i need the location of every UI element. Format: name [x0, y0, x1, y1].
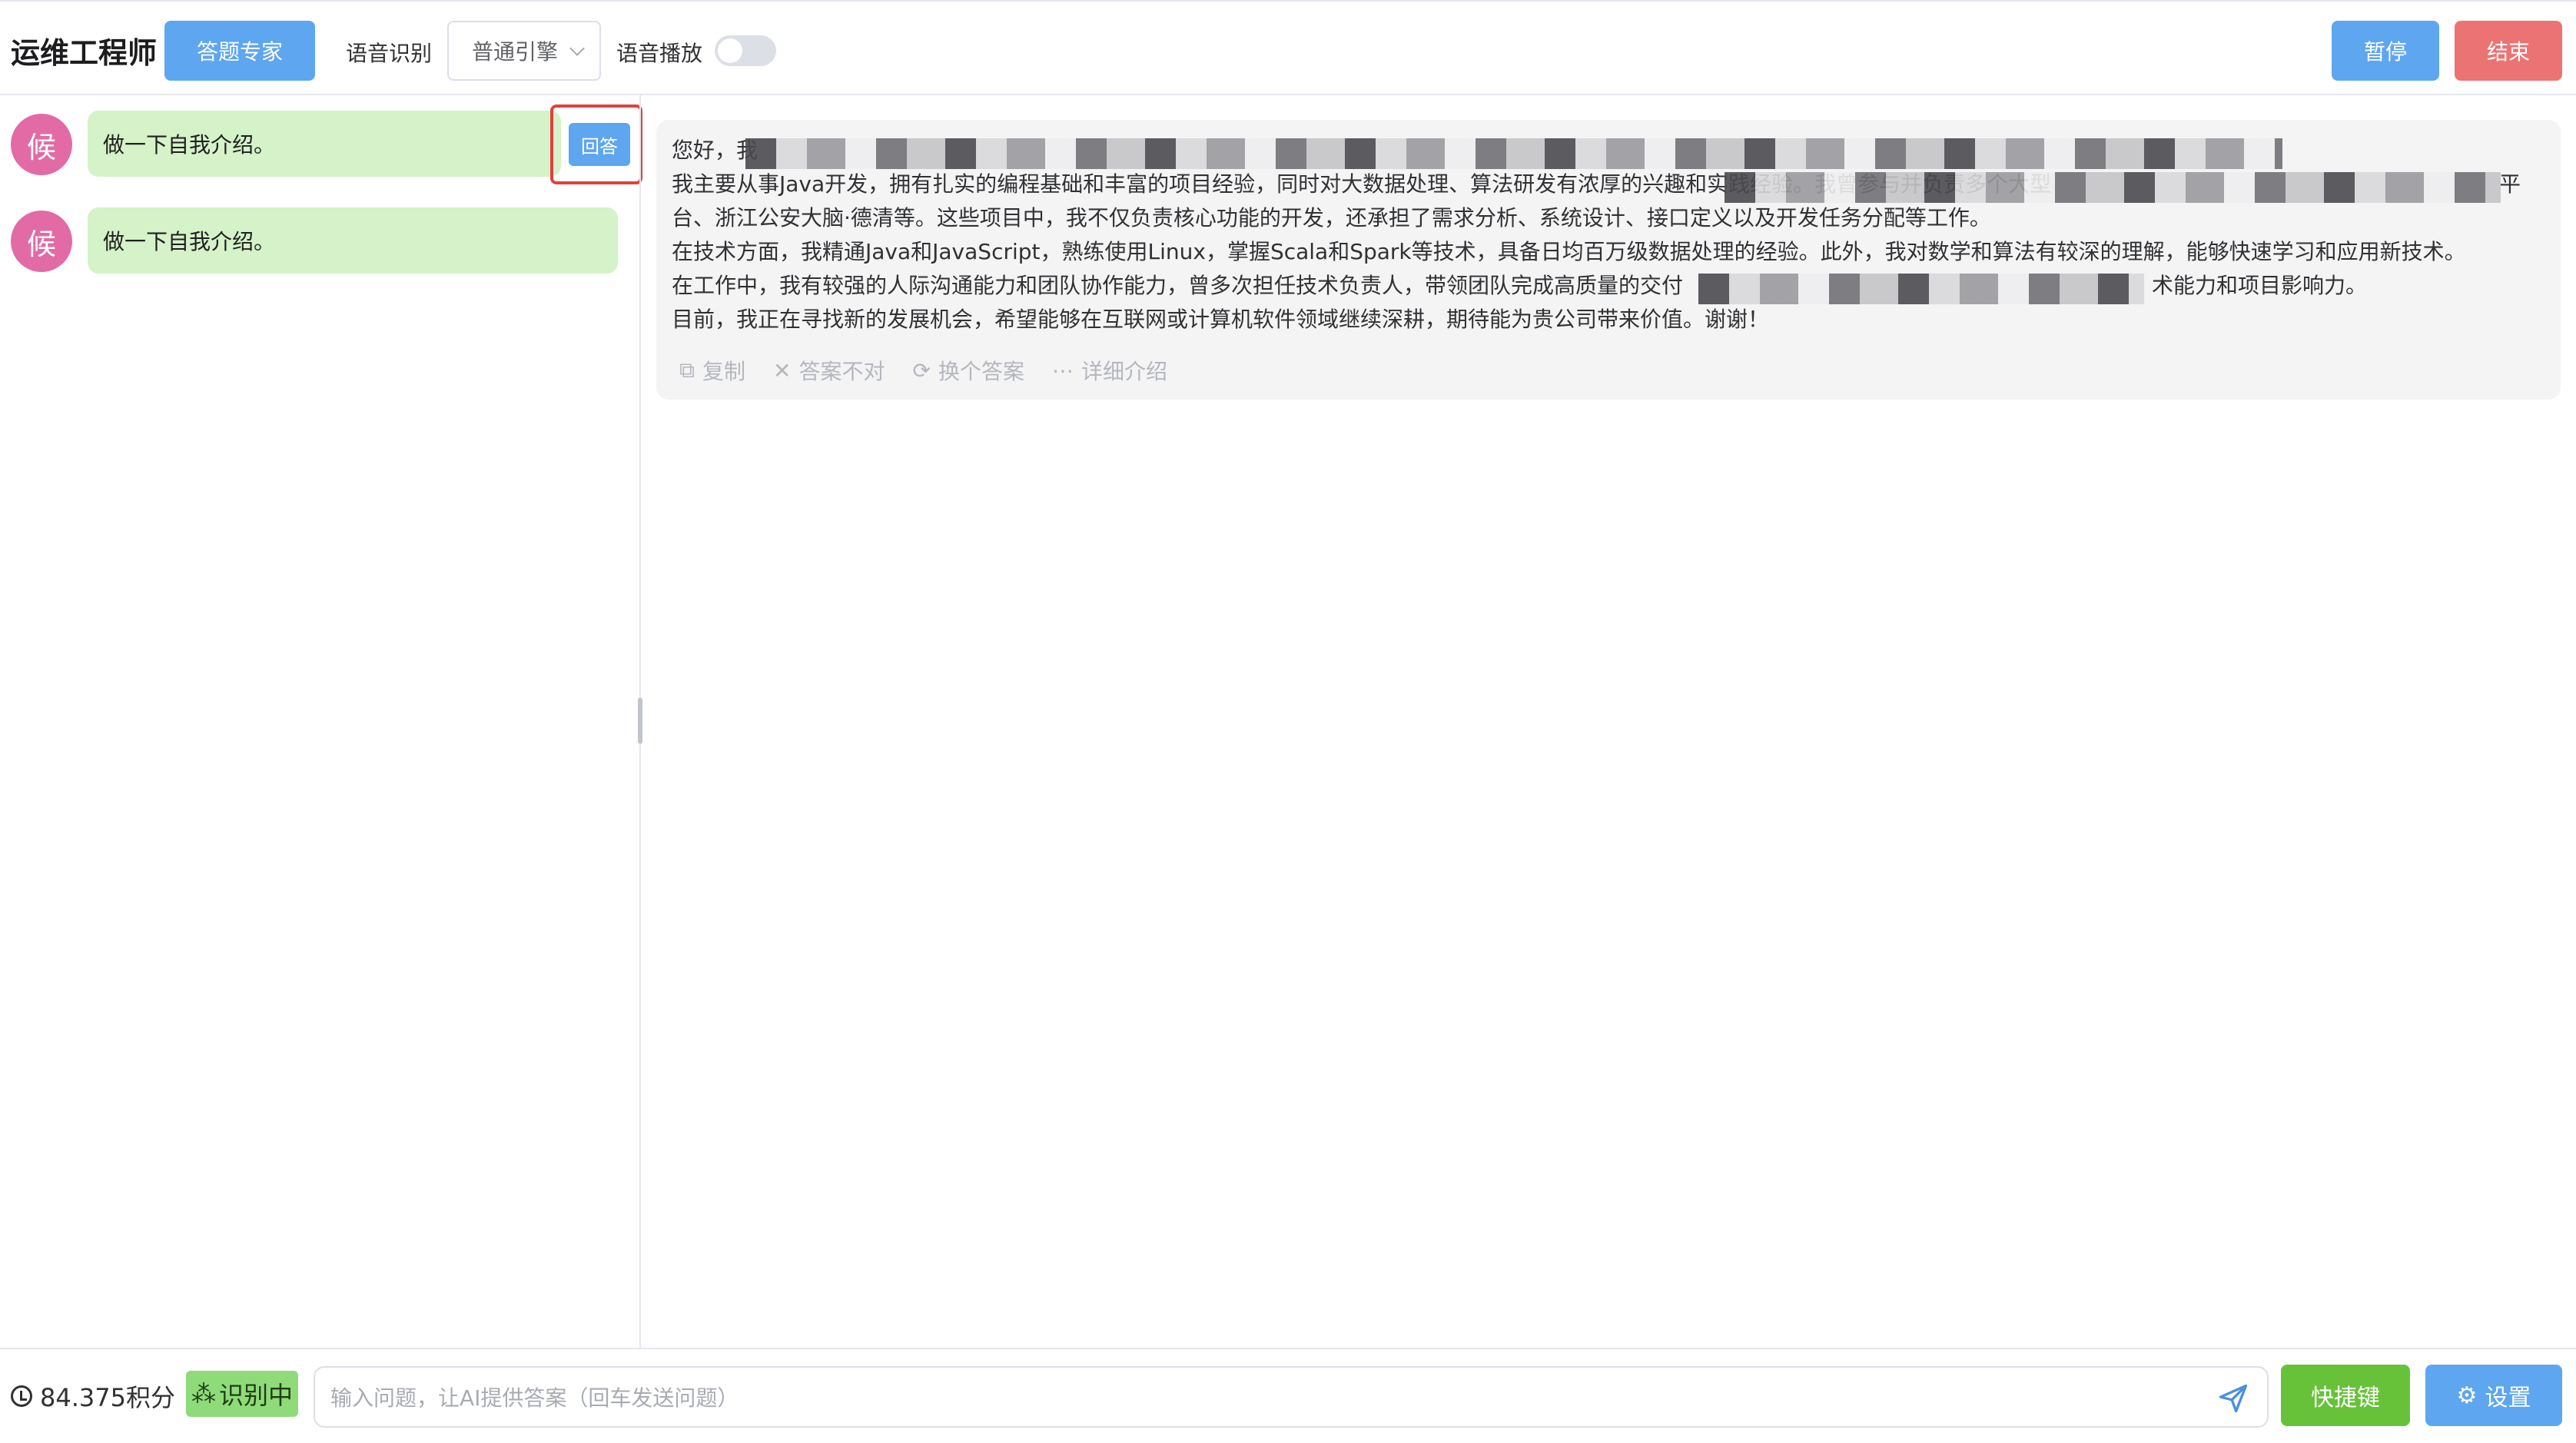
detail-label: 详细介绍: [1081, 359, 1167, 384]
list-item[interactable]: 候 做一下自我介绍。: [11, 109, 618, 178]
question-list: 候 做一下自我介绍。 候 做一下自我介绍。: [0, 95, 639, 1348]
bottom-bar: 84.375积分 ⁂ 识别中: [0, 1348, 2576, 1443]
detail-button[interactable]: ⋯ 详细介绍: [1052, 355, 1167, 386]
top-toolbar: 运维工程师 答题专家 语音识别 普通引擎 语音播放 暂停 结束: [0, 0, 2576, 95]
gear-icon: ⚙: [2456, 1382, 2478, 1409]
regenerate-button[interactable]: ⟳ 换个答案: [913, 355, 1024, 386]
chevron-down-icon: [569, 41, 585, 56]
answer-button[interactable]: 回答: [569, 123, 630, 166]
question-bubble: 做一下自我介绍。: [88, 207, 618, 274]
close-icon: ✕: [773, 357, 792, 383]
question-input-box: [314, 1366, 2269, 1428]
speech-recognition-label: 语音识别: [346, 41, 433, 66]
answer-line: 在技术方面，我精通Java和JavaScript，熟练使用Linux，掌握Sca…: [672, 239, 2466, 264]
avatar: 候: [11, 114, 72, 175]
answer-line: 目前，我正在寻找新的发展机会，希望能够在互联网或计算机软件领域继续深耕，期待能为…: [672, 307, 1770, 332]
copy-icon: ⧉: [679, 357, 695, 383]
loading-icon: ⁂: [191, 1379, 216, 1408]
clock-icon: [11, 1385, 32, 1407]
question-bubble: 做一下自我介绍。: [88, 111, 561, 177]
answer-actions: ⧉ 复制 ✕ 答案不对 ⟳ 换个答案 ⋯ 详细介绍: [679, 355, 1167, 386]
engine-select[interactable]: 普通引擎: [447, 21, 601, 81]
toggle-knob: [718, 38, 742, 63]
engine-select-value: 普通引擎: [472, 39, 559, 65]
send-icon[interactable]: [2216, 1382, 2250, 1415]
credits-display: 84.375积分: [11, 1378, 175, 1414]
wrong-answer-button[interactable]: ✕ 答案不对: [773, 355, 885, 386]
redacted-mosaic: [745, 138, 2282, 169]
question-input[interactable]: [330, 1378, 2190, 1417]
answer-line-tail: 平: [2499, 171, 2521, 197]
copy-button[interactable]: ⧉ 复制: [679, 355, 745, 386]
shortcut-button[interactable]: 快捷键: [2281, 1365, 2410, 1426]
wrong-answer-label: 答案不对: [798, 359, 885, 384]
credits-value: 84.375积分: [40, 1383, 175, 1412]
more-icon: ⋯: [1051, 357, 1074, 383]
speech-playback-toggle[interactable]: [715, 35, 776, 66]
page-title: 运维工程师: [11, 36, 158, 70]
recognizing-label: 识别中: [218, 1381, 293, 1410]
redacted-mosaic: [1725, 172, 2501, 203]
regenerate-label: 换个答案: [938, 359, 1024, 384]
speech-playback-label: 语音播放: [616, 41, 703, 66]
redacted-mosaic: [1698, 274, 2144, 304]
settings-label: 设置: [2485, 1385, 2531, 1411]
list-item[interactable]: 候 做一下自我介绍。: [11, 206, 618, 275]
pause-button[interactable]: 暂停: [2332, 21, 2439, 81]
copy-label: 复制: [702, 359, 746, 384]
resize-handle[interactable]: [638, 698, 642, 744]
answer-card: 您好，我 我主要从事Java开发，拥有扎实的编程基础和丰富的项目经验，同时对大数…: [656, 120, 2561, 400]
answer-expert-button[interactable]: 答题专家: [164, 21, 315, 81]
answer-line: 台、浙江公安大脑·德清等。这些项目中，我不仅负责核心功能的开发，还承担了需求分析…: [672, 205, 1991, 231]
end-button[interactable]: 结束: [2455, 21, 2562, 81]
settings-button[interactable]: ⚙ 设置: [2425, 1365, 2562, 1426]
answer-line-tail: 术能力和项目影响力。: [2152, 269, 2368, 303]
app-root: 运维工程师 答题专家 语音识别 普通引擎 语音播放 暂停 结束 候 做一下自我介…: [0, 0, 2576, 1443]
refresh-icon: ⟳: [912, 357, 931, 383]
avatar: 候: [11, 211, 72, 272]
recognizing-status-badge: ⁂ 识别中: [186, 1371, 298, 1417]
